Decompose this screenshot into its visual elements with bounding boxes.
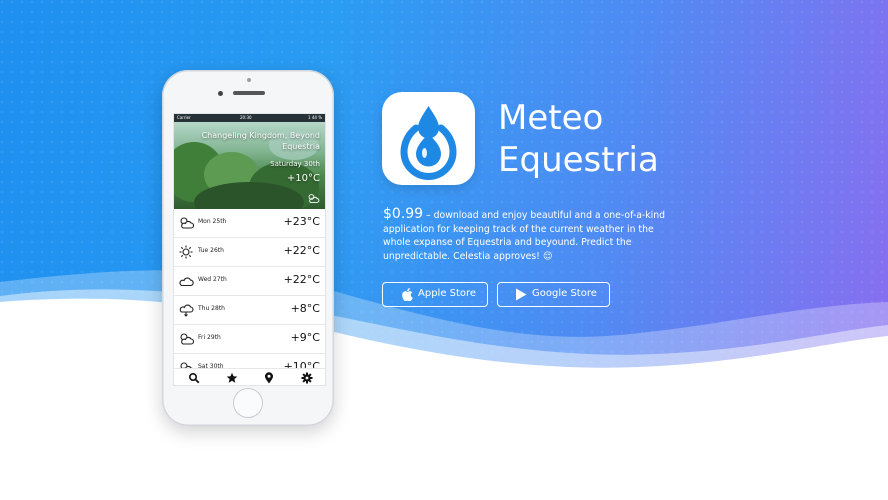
- partly-cloudy-icon: [180, 333, 194, 345]
- google-store-button[interactable]: Google Store: [497, 282, 610, 307]
- forecast-temp: +8°C: [290, 302, 320, 315]
- forecast-row[interactable]: Wed 27th +22°C: [174, 267, 325, 296]
- app-icon: [382, 92, 475, 185]
- location-pin-icon[interactable]: [263, 372, 275, 384]
- forecast-temp: +22°C: [283, 273, 320, 286]
- app-title-line-2: Equestria: [498, 140, 659, 180]
- current-date: Saturday 30th: [270, 160, 320, 168]
- app-description-text: – download and enjoy beautiful and a one…: [383, 210, 666, 262]
- location-name: Changeling Kingdom, Beyond Equestria: [201, 131, 320, 151]
- forecast-day: Fri 29th: [198, 334, 221, 341]
- app-description: $0.99 – download and enjoy beautiful and…: [383, 206, 683, 263]
- status-battery: 1 44 %: [308, 115, 322, 120]
- forecast-day: Thu 28th: [198, 305, 225, 312]
- phone-speaker: [233, 91, 265, 95]
- phone-camera: [247, 78, 251, 82]
- water-drop-horseshoe-icon: [400, 106, 457, 180]
- bottom-tab-bar: [174, 368, 325, 385]
- app-price: $0.99: [383, 206, 424, 222]
- phone-sensor: [218, 91, 223, 96]
- gear-icon[interactable]: [301, 372, 313, 384]
- forecast-row[interactable]: Mon 25th +23°C: [174, 209, 325, 238]
- forecast-day: Tue 26th: [198, 247, 224, 254]
- partly-cloudy-icon: [180, 217, 194, 229]
- star-icon[interactable]: [226, 372, 238, 384]
- apple-store-label: Apple Store: [418, 288, 477, 299]
- apple-store-button[interactable]: Apple Store: [382, 282, 488, 307]
- forecast-temp: +9°C: [290, 331, 320, 344]
- phone-mockup: Carrier 20:30 1 44 % Changeling Kingdom,…: [162, 70, 334, 426]
- cloud-icon: [179, 277, 194, 287]
- forecast-row[interactable]: Fri 29th +9°C: [174, 325, 325, 354]
- partly-cloudy-icon: [308, 194, 320, 203]
- app-title: Meteo Equestria: [498, 97, 659, 181]
- forecast-temp: +23°C: [283, 215, 320, 228]
- forecast-temp: +22°C: [283, 244, 320, 257]
- status-bar: Carrier 20:30 1 44 %: [174, 114, 325, 122]
- google-store-label: Google Store: [532, 288, 597, 299]
- app-title-line-1: Meteo: [498, 98, 604, 138]
- forecast-row[interactable]: Thu 28th +8°C: [174, 296, 325, 325]
- current-temperature: +10°C: [286, 173, 320, 184]
- forecast-row[interactable]: Tue 26th +22°C: [174, 238, 325, 267]
- play-icon: [516, 288, 527, 301]
- forecast-day: Wed 27th: [198, 276, 227, 283]
- apple-icon: [402, 288, 413, 301]
- phone-home-button: [233, 388, 263, 418]
- sun-icon: [179, 245, 193, 259]
- status-carrier: Carrier: [177, 115, 191, 120]
- search-icon[interactable]: [188, 372, 200, 384]
- rain-cloud-icon: [179, 304, 194, 317]
- weather-header-image: Changeling Kingdom, Beyond Equestria Sat…: [174, 122, 325, 209]
- forecast-day: Mon 25th: [198, 218, 227, 225]
- status-time: 20:30: [240, 115, 252, 120]
- phone-screen: Carrier 20:30 1 44 % Changeling Kingdom,…: [173, 113, 326, 386]
